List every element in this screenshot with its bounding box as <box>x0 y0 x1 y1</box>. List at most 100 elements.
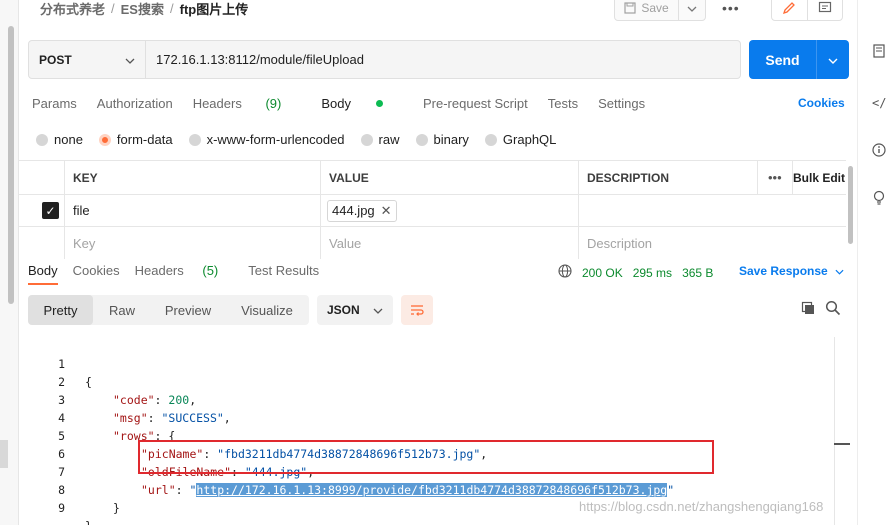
json-key: "code" <box>113 393 155 407</box>
save-button[interactable]: Save <box>615 0 678 20</box>
chevron-down-icon <box>687 0 697 15</box>
checkbox-column-header <box>19 161 65 194</box>
view-visualize[interactable]: Visualize <box>225 295 309 325</box>
wrap-lines-button[interactable] <box>401 295 433 325</box>
view-pretty[interactable]: Pretty <box>28 295 93 325</box>
body-indicator-dot <box>375 100 383 108</box>
radio-raw-label: raw <box>378 132 400 147</box>
bulk-edit-button[interactable]: Bulk Edit <box>793 161 846 194</box>
column-header-value: VALUE <box>321 161 579 194</box>
breadcrumb-separator: / <box>169 0 174 16</box>
code-text: } <box>85 517 92 525</box>
response-view-tabs: Pretty Raw Preview Visualize <box>28 295 309 325</box>
radio-none-label: none <box>54 132 83 147</box>
globe-icon[interactable] <box>558 264 572 281</box>
radio-circle <box>188 133 201 146</box>
tab-settings[interactable]: Settings <box>598 96 645 114</box>
breadcrumb-request-name[interactable]: ftp图片上传 <box>180 0 249 18</box>
radio-none[interactable]: none <box>36 132 83 147</box>
tab-headers[interactable]: Headers (9) <box>193 96 302 114</box>
watermark: https://blog.csdn.net/zhangshengqiang168 <box>579 499 824 514</box>
row-checkbox[interactable]: ✓ <box>42 202 59 219</box>
comments-mode-button[interactable] <box>808 0 843 20</box>
file-chip-name: 444.jpg <box>332 203 375 218</box>
wrap-lines-icon <box>411 305 424 316</box>
send-button[interactable]: Send <box>749 40 817 79</box>
response-body-editor[interactable]: 1 { 2 "code": 200, 3 "msg": "SUCCESS", 4… <box>19 337 834 525</box>
documentation-icon[interactable] <box>872 44 886 60</box>
url-link-selected[interactable]: http://172.16.1.13:8999/provide/fbd3211d… <box>196 483 668 497</box>
request-tabs: Params Authorization Headers (9) Body Pr… <box>32 96 665 114</box>
table-scrollbar[interactable] <box>848 166 853 244</box>
chevron-down-icon <box>125 53 135 67</box>
json-key: "msg" <box>113 411 148 425</box>
column-header-description: DESCRIPTION <box>579 161 758 194</box>
line-number: 6 <box>58 447 65 461</box>
copy-icon[interactable] <box>801 301 816 319</box>
resp-tab-headers[interactable]: Headers (5) <box>135 263 234 285</box>
key-cell[interactable]: file <box>65 195 321 226</box>
tab-authorization[interactable]: Authorization <box>97 96 173 114</box>
chevron-down-icon <box>373 303 383 317</box>
annotation-highlight-box <box>138 440 714 474</box>
status-code[interactable]: 200 OK <box>582 266 623 280</box>
radio-raw[interactable]: raw <box>360 132 400 147</box>
right-context-bar: </ <box>857 0 886 525</box>
tab-prerequest-script[interactable]: Pre-request Script <box>423 96 528 114</box>
left-scrollbar[interactable] <box>8 26 14 304</box>
tab-body[interactable]: Body <box>321 96 403 114</box>
body-type-selector: none form-data x-www-form-urlencoded raw… <box>36 132 572 147</box>
code-text: } <box>113 501 120 515</box>
column-options-button[interactable]: ••• <box>758 161 793 194</box>
tab-tests[interactable]: Tests <box>548 96 578 114</box>
value-placeholder-cell[interactable]: Value <box>321 227 579 259</box>
save-response-button[interactable]: Save Response <box>739 264 844 278</box>
key-placeholder-cell[interactable]: Key <box>65 227 321 259</box>
method-select[interactable]: POST <box>29 41 146 78</box>
response-size[interactable]: 365 B <box>682 266 713 280</box>
url-input[interactable]: 172.16.1.13:8112/module/fileUpload <box>146 41 740 78</box>
radio-form-data[interactable]: form-data <box>98 132 173 147</box>
tab-headers-label: Headers <box>192 96 242 111</box>
form-data-table: KEY VALUE DESCRIPTION ••• Bulk Edit ✓ fi… <box>19 160 846 259</box>
description-placeholder-cell[interactable]: Description <box>579 227 846 259</box>
view-raw[interactable]: Raw <box>93 295 151 325</box>
cookies-link[interactable]: Cookies <box>798 96 845 110</box>
response-time[interactable]: 295 ms <box>633 266 672 280</box>
radio-circle <box>415 133 428 146</box>
resp-tab-body[interactable]: Body <box>28 263 58 285</box>
edit-mode-button[interactable] <box>772 0 808 20</box>
close-icon[interactable]: ✕ <box>381 203 392 219</box>
resp-tab-cookies[interactable]: Cookies <box>73 263 120 285</box>
search-icon[interactable] <box>825 300 841 319</box>
more-actions-button[interactable]: ••• <box>722 0 740 16</box>
line-number: 4 <box>58 411 65 425</box>
breadcrumb-folder[interactable]: ES搜索 <box>121 0 164 18</box>
value-cell[interactable]: 444.jpg ✕ <box>321 195 579 226</box>
resp-tab-test-results[interactable]: Test Results <box>248 263 319 285</box>
lightbulb-icon[interactable] <box>872 190 886 206</box>
breadcrumb-collection[interactable]: 分布式养老 <box>40 0 105 18</box>
code-snippet-icon[interactable]: </ <box>872 95 886 111</box>
radio-circle <box>360 133 373 146</box>
radio-graphql[interactable]: GraphQL <box>484 132 556 147</box>
radio-circle <box>36 133 48 146</box>
tab-params[interactable]: Params <box>32 96 77 114</box>
line-number: 3 <box>58 393 65 407</box>
format-select[interactable]: JSON <box>317 295 393 325</box>
radio-binary[interactable]: binary <box>415 132 469 147</box>
save-dropdown-button[interactable] <box>678 0 705 20</box>
code-line: 5 "picName": "fbd3211db4774d38872848696f… <box>19 409 487 461</box>
info-icon[interactable] <box>872 143 886 159</box>
mode-switcher <box>771 0 843 21</box>
editor-scrollbar[interactable] <box>834 337 850 525</box>
radio-urlencoded[interactable]: x-www-form-urlencoded <box>188 132 345 147</box>
radio-circle-selected <box>98 133 111 146</box>
json-value: 200 <box>168 393 190 407</box>
description-cell[interactable] <box>579 195 846 226</box>
send-dropdown-button[interactable] <box>817 40 849 79</box>
comment-icon <box>818 1 831 12</box>
radio-circle <box>484 133 497 146</box>
save-icon <box>624 1 636 14</box>
view-preview[interactable]: Preview <box>151 295 225 325</box>
